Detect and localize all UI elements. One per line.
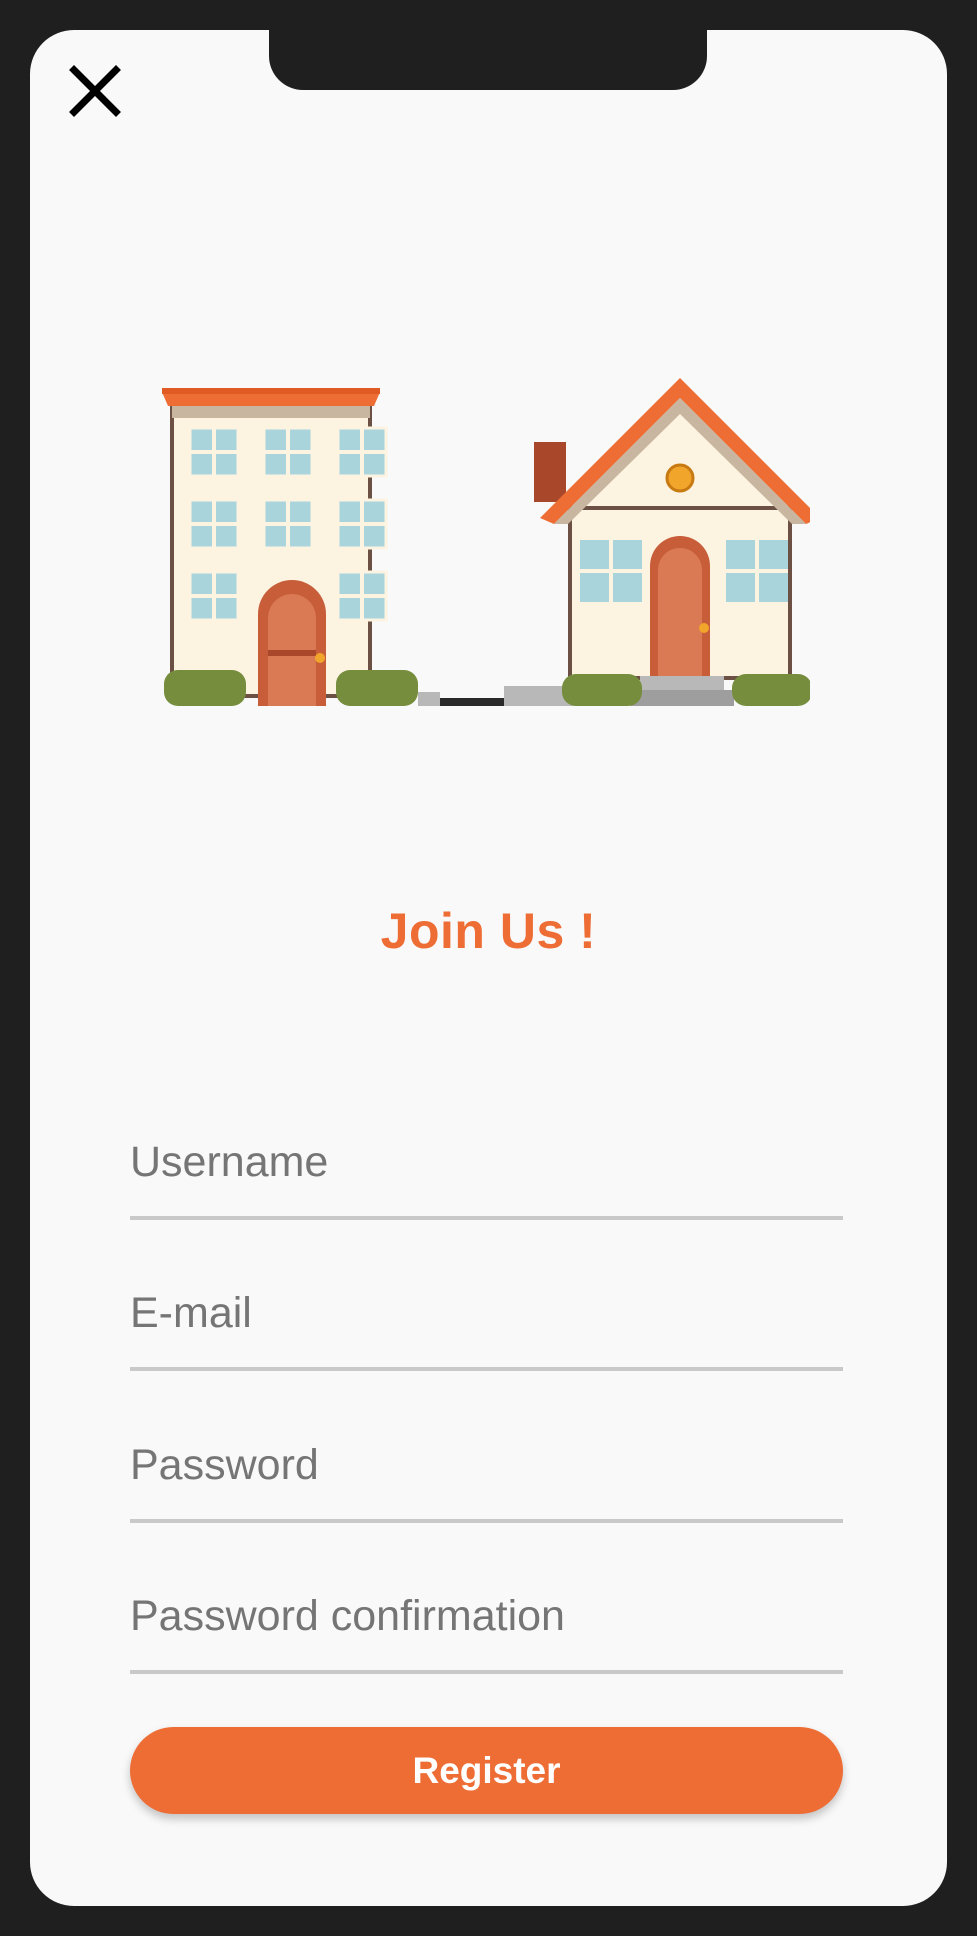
username-input[interactable] [130,1130,843,1194]
house-icon [534,378,810,706]
email-field[interactable] [130,1261,843,1371]
email-input[interactable] [130,1281,843,1345]
password-confirmation-field[interactable] [130,1564,843,1674]
register-button[interactable]: Register [130,1727,843,1814]
close-button[interactable] [66,62,124,120]
device-notch [269,30,707,90]
password-confirmation-input[interactable] [130,1584,843,1648]
page-title: Join Us ! [380,903,597,959]
app-screen: Join Us ! Register [30,30,947,1906]
username-field[interactable] [130,1110,843,1220]
phone-frame: Join Us ! Register [0,0,977,1936]
houses-illustration [162,378,810,706]
apartment-building-icon [162,388,418,706]
password-field[interactable] [130,1413,843,1523]
close-icon [69,65,121,117]
password-input[interactable] [130,1433,843,1497]
